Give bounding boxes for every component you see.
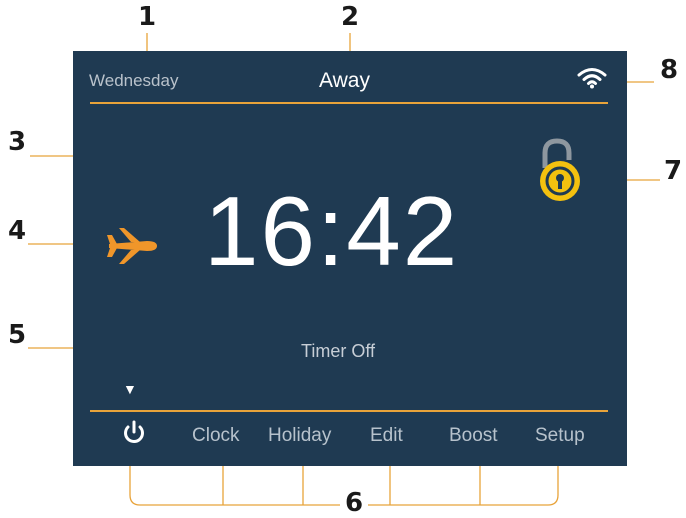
callout-5: 5 xyxy=(8,320,27,350)
timer-status: Timer Off xyxy=(301,341,376,361)
clock-time: 16:42 xyxy=(204,176,460,286)
wifi-icon xyxy=(577,68,607,89)
airplane-icon xyxy=(107,228,157,264)
callout-8: 8 xyxy=(660,55,679,85)
callout-7: 7 xyxy=(664,156,683,186)
menu-indicator-icon: ▼ xyxy=(123,381,137,397)
day-label: Wednesday xyxy=(89,71,179,90)
clock-button[interactable]: Clock xyxy=(192,425,240,447)
holiday-button[interactable]: Holiday xyxy=(268,425,331,447)
boost-button[interactable]: Boost xyxy=(449,425,498,447)
top-divider xyxy=(90,102,608,104)
setup-button[interactable]: Setup xyxy=(535,425,585,447)
callout-3: 3 xyxy=(8,127,27,157)
padlock-unlocked-icon[interactable] xyxy=(538,138,584,203)
callout-1: 1 xyxy=(138,2,157,32)
bottom-divider xyxy=(90,410,608,412)
edit-button[interactable]: Edit xyxy=(370,425,403,447)
power-icon[interactable] xyxy=(121,420,147,446)
callout-2: 2 xyxy=(341,2,360,32)
callout-4: 4 xyxy=(8,216,27,246)
thermostat-screen: Wednesday Away 16:42 Timer Off ▼ Clock H… xyxy=(73,51,627,466)
mode-label: Away xyxy=(319,69,370,92)
callout-6: 6 xyxy=(345,488,364,518)
